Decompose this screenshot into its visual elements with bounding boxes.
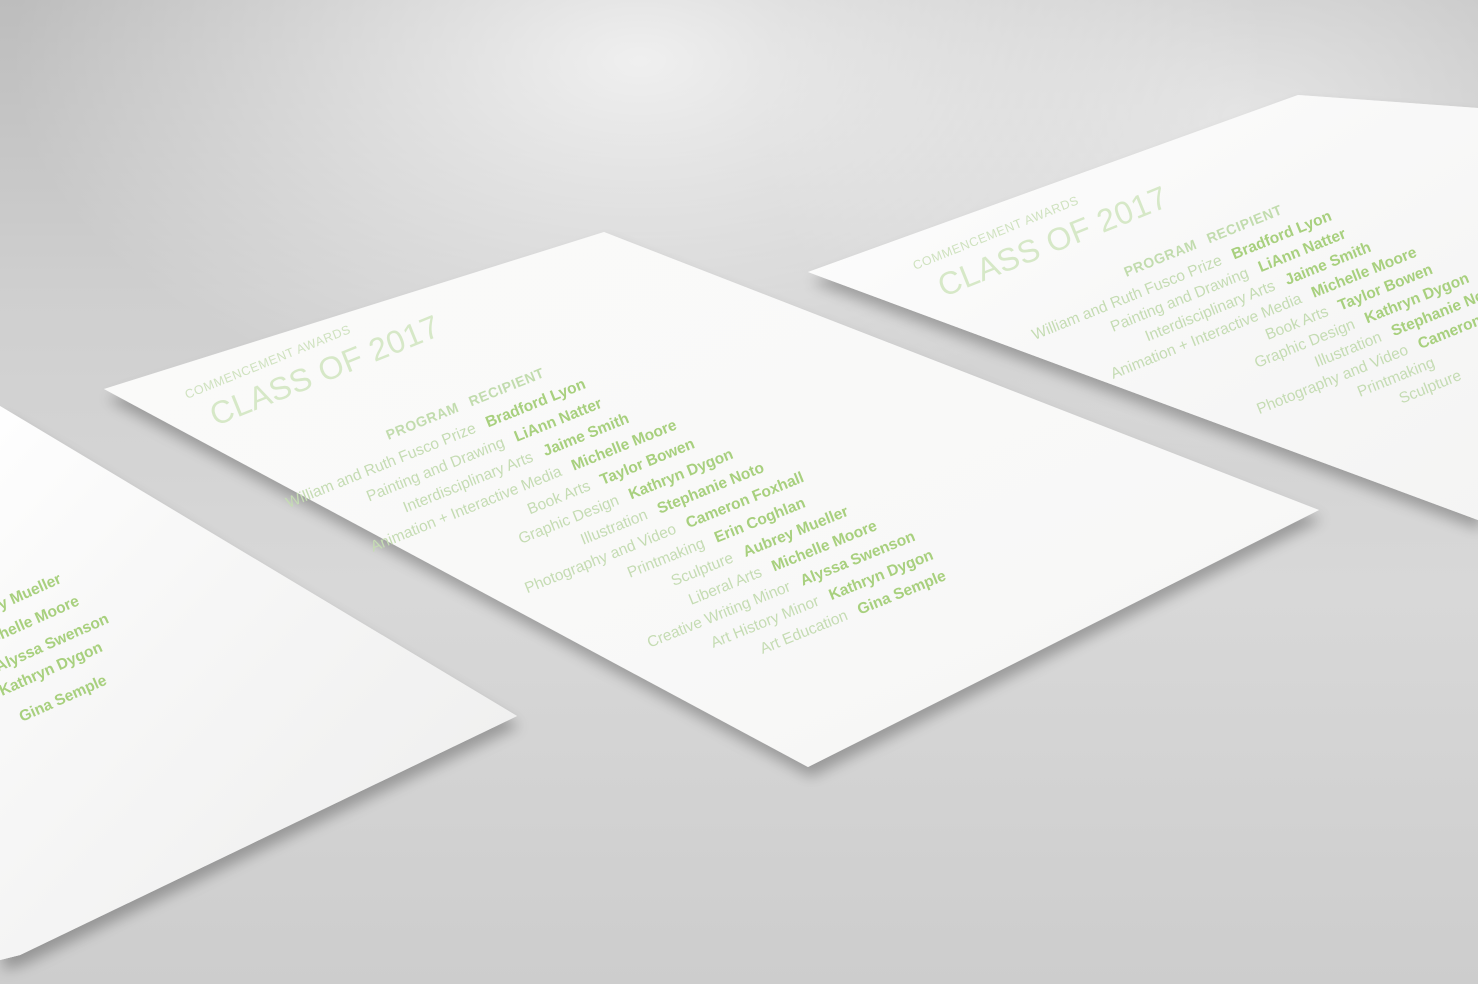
scene-svg: Aubrey MuellerMichelle MooreAlyssa Swens… [0, 95, 1478, 960]
photo-scene: Aubrey MuellerMichelle MooreAlyssa Swens… [0, 0, 1478, 984]
